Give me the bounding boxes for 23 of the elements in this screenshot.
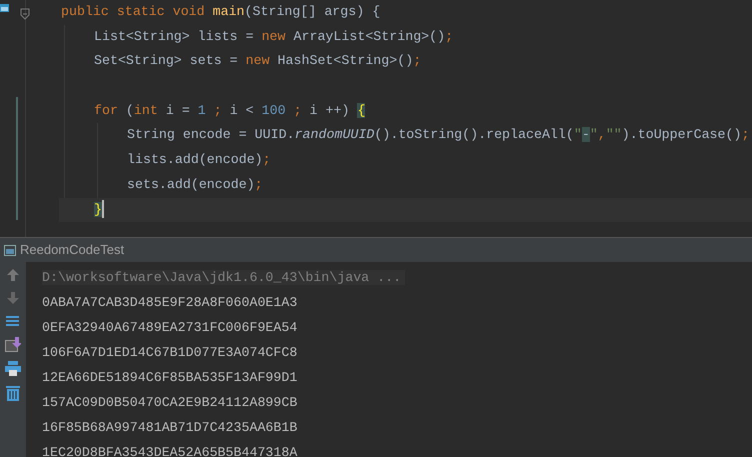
- output-line: 106F6A7D1ED14C67B1D077E3A074CFC8: [42, 345, 298, 360]
- output-line: 0EFA32940A67489EA2731FC006F9EA54: [42, 320, 298, 335]
- down-arrow-icon[interactable]: [6, 291, 20, 305]
- output-line: 157AC09D0B50470CA2E9B24112A899CB: [42, 395, 298, 410]
- code-line: lists.add(encode);: [127, 151, 272, 170]
- window-icon: [4, 244, 16, 256]
- output-line: 1EC20D8BFA3543DEA52A65B5B447318A: [42, 445, 298, 457]
- code-line: for (int i = 1 ; i < 100 ; i ++) {: [94, 102, 366, 120]
- code-line: String encode = UUID.randomUUID().toString().replaceAll("-","").toUpperCase();: [127, 126, 750, 144]
- output-line: 16F85B68A997481AB71D7C4235AA6B1B: [42, 420, 298, 435]
- print-icon[interactable]: [5, 361, 21, 376]
- console-title: ReedomCodeTest: [20, 241, 124, 260]
- trash-icon[interactable]: [6, 385, 20, 401]
- import-icon[interactable]: [5, 337, 21, 352]
- code-line: sets.add(encode);: [127, 176, 264, 194]
- code-line: List<String> lists = new ArrayList<String>();: [94, 28, 454, 46]
- output-line: 12EA66DE51894C6F85BA535F13AF99D1: [42, 370, 298, 385]
- window-icon: [0, 3, 10, 13]
- up-arrow-icon[interactable]: [6, 268, 20, 282]
- output-line: 0ABA7A7CAB3D485E9F28A8F060A0E1A3: [42, 295, 298, 310]
- code-line: Set<String> sets = new HashSet<String>();: [94, 52, 422, 70]
- code-line: public static void main(String[] args) {: [61, 3, 382, 21]
- fold-icon[interactable]: [20, 8, 30, 20]
